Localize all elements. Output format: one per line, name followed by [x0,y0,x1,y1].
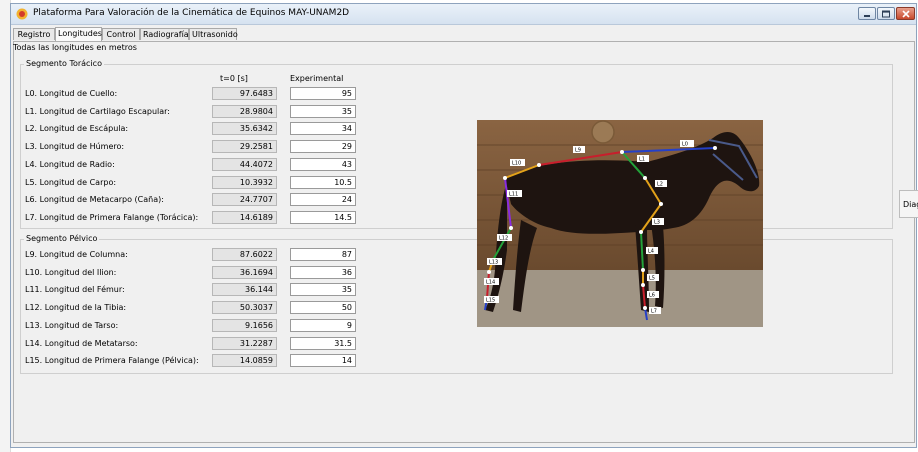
diagram-label-l6: L6 [649,293,655,299]
experimental-value-input[interactable]: 87 [290,248,356,261]
diagram-side-button[interactable]: Diag [899,190,918,218]
experimental-value-input[interactable]: 35 [290,104,356,118]
horse-diagram-image: L0 L1 L2 L3 L4 L5 L6 L7 L9 L10 L11 L12 L… [477,120,763,327]
row-label: L10. Longitud del Ilion: [25,267,117,277]
diagram-label-l7: L7 [651,309,657,315]
horse-skeleton-diagram: L0 L1 L2 L3 L4 L5 L6 L7 L9 L10 L11 L12 L… [477,120,763,327]
diagram-label-l13: L13 [489,260,498,266]
experimental-value-input[interactable]: 95 [290,87,356,100]
experimental-value-input[interactable]: 43 [290,157,356,171]
diagram-label-l5: L5 [649,276,655,282]
close-button[interactable] [896,7,915,20]
tab-radiografia[interactable]: Radiografía [140,28,189,40]
row-label: L4. Longitud de Radio: [25,159,115,169]
diagram-label-l9: L9 [575,148,581,154]
row-label: L1. Longitud de Cartilago Escapular: [25,106,171,116]
thoracic-title: Segmento Torácico [24,59,104,68]
experimental-value-input[interactable]: 14 [290,354,356,368]
experimental-value-input[interactable]: 35 [290,283,356,297]
experimental-value-input[interactable]: 29 [290,140,356,154]
row-label: L0. Longitud de Cuello: [25,89,118,98]
t0-value-field: 50.3037 [212,301,277,315]
diagram-label-l3: L3 [654,220,660,226]
row-label: L14. Longitud de Metatarso: [25,338,138,348]
column-header-t0: t=0 [s] [220,74,248,83]
diagram-label-l2: L2 [657,182,663,188]
t0-value-field: 31.2287 [212,336,277,350]
minimize-button[interactable] [858,7,876,20]
row-label: L15. Longitud de Primera Falange (Pélvic… [25,356,199,366]
diagram-label-l12: L12 [499,236,508,242]
t0-value-field: 14.6189 [212,210,277,224]
experimental-value-input[interactable]: 36 [290,265,356,279]
row-label: L9. Longitud de Columna: [25,250,128,259]
t0-value-field: 97.6483 [212,87,277,100]
close-icon [901,10,910,17]
t0-value-field: 35.6342 [212,122,277,136]
diagram-label-l1: L1 [639,157,645,163]
maximize-button[interactable] [877,7,895,20]
tab-ultrasonido[interactable]: Ultrasonido [189,28,238,40]
title-bar[interactable]: Plataforma Para Valoración de la Cinemát… [11,4,916,25]
diagram-label-l14: L14 [486,280,495,286]
diagram-label-l10: L10 [512,161,521,167]
t0-value-field: 29.2581 [212,140,277,154]
t0-value-field: 10.3932 [212,175,277,189]
app-icon [16,8,28,20]
experimental-value-input[interactable]: 31.5 [290,336,356,350]
maximize-icon [882,10,890,17]
tab-longitudes[interactable]: Longitudes [55,27,102,41]
diagram-label-l15: L15 [486,298,495,304]
experimental-value-input[interactable]: 24 [290,193,356,207]
t0-value-field: 44.4072 [212,157,277,171]
row-label: L2. Longitud de Escápula: [25,124,129,134]
experimental-value-input[interactable]: 14.5 [290,210,356,224]
row-label: L13. Longitud de Tarso: [25,320,119,330]
t0-value-field: 87.6022 [212,248,277,261]
tab-control[interactable]: Control [102,28,140,40]
t0-value-field: 24.7707 [212,193,277,207]
t0-value-field: 28.9804 [212,104,277,118]
diagram-label-l0: L0 [682,142,688,148]
row-label: L7. Longitud de Primera Falange (Torácic… [25,212,199,222]
row-label: L11. Longitud del Fémur: [25,285,125,295]
t0-value-field: 14.0859 [212,354,277,368]
row-label: L3. Longitud de Húmero: [25,142,125,152]
row-label: L5. Longitud de Carpo: [25,177,117,187]
experimental-value-input[interactable]: 9 [290,318,356,332]
window-title: Plataforma Para Valoración de la Cinemát… [33,8,350,18]
diagram-label-l4: L4 [648,249,654,255]
experimental-value-input[interactable]: 50 [290,301,356,315]
minimize-icon [864,14,870,17]
t0-value-field: 36.144 [212,283,277,297]
tab-registro[interactable]: Registro [13,28,55,40]
column-header-experimental: Experimental [290,74,344,83]
experimental-value-input[interactable]: 34 [290,122,356,136]
row-label: L6. Longitud de Metacarpo (Caña): [25,195,164,205]
row-label: L12. Longitud de la Tibia: [25,303,127,313]
diagram-label-l11: L11 [509,192,518,198]
t0-value-field: 9.1656 [212,318,277,332]
experimental-value-input[interactable]: 10.5 [290,175,356,189]
units-note: Todas las longitudes en metros [13,43,137,52]
t0-value-field: 36.1694 [212,265,277,279]
pelvic-title: Segmento Pélvico [24,234,100,243]
